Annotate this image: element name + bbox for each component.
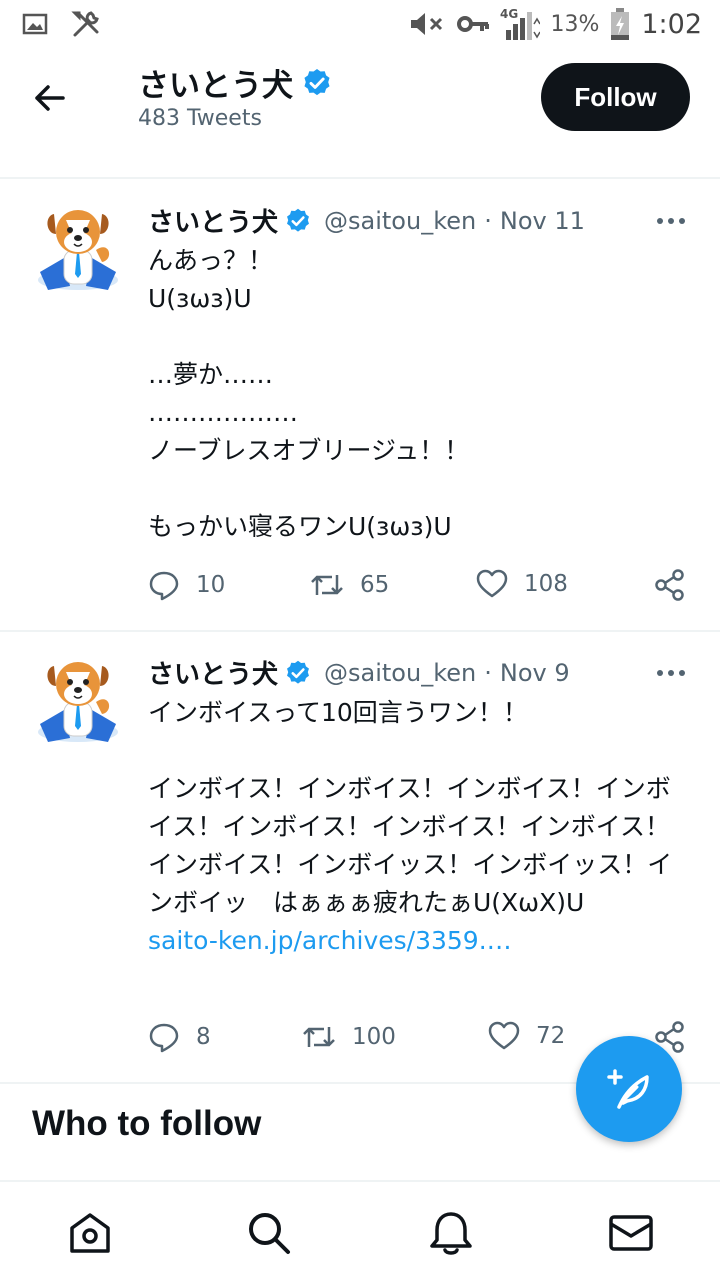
arrow-left-icon[interactable] <box>30 78 70 118</box>
reply-icon <box>149 571 179 601</box>
divider <box>0 177 720 179</box>
separator-dot: · <box>484 658 492 687</box>
status-bar: 4G 13% 1:02 <box>0 0 720 52</box>
more-options-icon[interactable] <box>656 668 686 678</box>
retweet-button[interactable]: 100 <box>302 1021 396 1053</box>
tweet-count: 483 Tweets <box>138 106 262 131</box>
battery-percent: 13% <box>550 11 600 37</box>
tweet-header: さいとう犬 @saitou_ken · Nov 11 <box>148 202 585 239</box>
retweet-icon <box>303 1027 335 1047</box>
notifications-bell-icon[interactable] <box>428 1210 474 1256</box>
separator-dot: · <box>484 206 492 235</box>
avatar[interactable] <box>30 200 126 296</box>
tweet[interactable]: さいとう犬 @saitou_ken · Nov 9 インボイスって10回言うワン… <box>0 632 720 1082</box>
gallery-icon <box>22 13 48 35</box>
like-count: 72 <box>536 1023 566 1049</box>
tweet-author-name[interactable]: さいとう犬 <box>148 654 278 691</box>
tweet-header: さいとう犬 @saitou_ken · Nov 9 <box>148 654 570 691</box>
tweet-author-name[interactable]: さいとう犬 <box>148 202 278 239</box>
messages-envelope-icon[interactable] <box>608 1210 654 1256</box>
tweet-date[interactable]: Nov 11 <box>500 207 585 235</box>
vpn-key-icon <box>457 16 490 32</box>
home-icon[interactable] <box>67 1210 113 1256</box>
heart-icon <box>476 569 508 598</box>
profile-header: さいとう犬 483 Tweets Follow <box>0 52 720 148</box>
reply-count: 10 <box>196 572 226 598</box>
more-options-icon[interactable] <box>656 216 686 226</box>
avatar[interactable] <box>30 652 126 748</box>
like-count: 108 <box>524 571 568 597</box>
compose-feather-icon <box>607 1069 649 1109</box>
share-icon <box>655 569 684 601</box>
tweet-author-handle[interactable]: @saitou_ken <box>324 659 476 687</box>
search-icon[interactable] <box>246 1210 292 1256</box>
reply-count: 8 <box>196 1024 211 1050</box>
who-to-follow-heading: Who to follow <box>32 1104 262 1143</box>
verified-badge-icon <box>287 660 309 684</box>
signal-icon: 4G <box>500 7 541 40</box>
retweet-count: 65 <box>360 572 390 598</box>
header-title: さいとう犬 <box>138 60 333 105</box>
like-button[interactable]: 108 <box>476 569 568 599</box>
verified-badge-icon <box>287 208 309 232</box>
reply-button[interactable]: 10 <box>148 569 225 601</box>
share-button[interactable] <box>654 569 686 601</box>
verified-badge-icon <box>304 68 330 95</box>
mute-icon <box>411 13 443 35</box>
clock: 1:02 <box>641 8 702 40</box>
tweet[interactable]: さいとう犬 @saitou_ken · Nov 11 んあっ？！ U(ɜωɜ)U… <box>0 180 720 630</box>
battery-charging-icon <box>611 8 630 40</box>
tools-icon <box>71 11 99 37</box>
heart-icon <box>488 1021 520 1050</box>
retweet-count: 100 <box>352 1024 396 1050</box>
like-button[interactable]: 72 <box>488 1021 565 1051</box>
tweet-text: インボイスって10回言うワン！！ インボイス！インボイス！インボイス！インボイス… <box>148 694 688 960</box>
tweet-author-handle[interactable]: @saitou_ken <box>324 207 476 235</box>
follow-button[interactable]: Follow <box>541 63 690 131</box>
retweet-button[interactable]: 65 <box>310 569 389 601</box>
compose-tweet-button[interactable] <box>576 1036 682 1142</box>
tweet-date[interactable]: Nov 9 <box>500 659 570 687</box>
reply-button[interactable]: 8 <box>148 1021 211 1053</box>
profile-name: さいとう犬 <box>138 68 293 104</box>
reply-icon <box>149 1023 179 1053</box>
tweet-text-content: インボイスって10回言うワン！！ インボイス！インボイス！インボイス！インボイス… <box>148 698 673 917</box>
network-type: 4G <box>500 7 518 21</box>
tweet-actions: 10 65 108 <box>148 569 688 609</box>
retweet-icon <box>311 575 343 595</box>
bottom-navigation <box>0 1180 720 1280</box>
tweet-link[interactable]: saito-ken.jp/archives/3359.… <box>148 926 512 955</box>
tweet-text: んあっ？！ U(ɜωɜ)U …夢か…… ……………… ノーブレスオブリージュ！！… <box>148 246 470 541</box>
